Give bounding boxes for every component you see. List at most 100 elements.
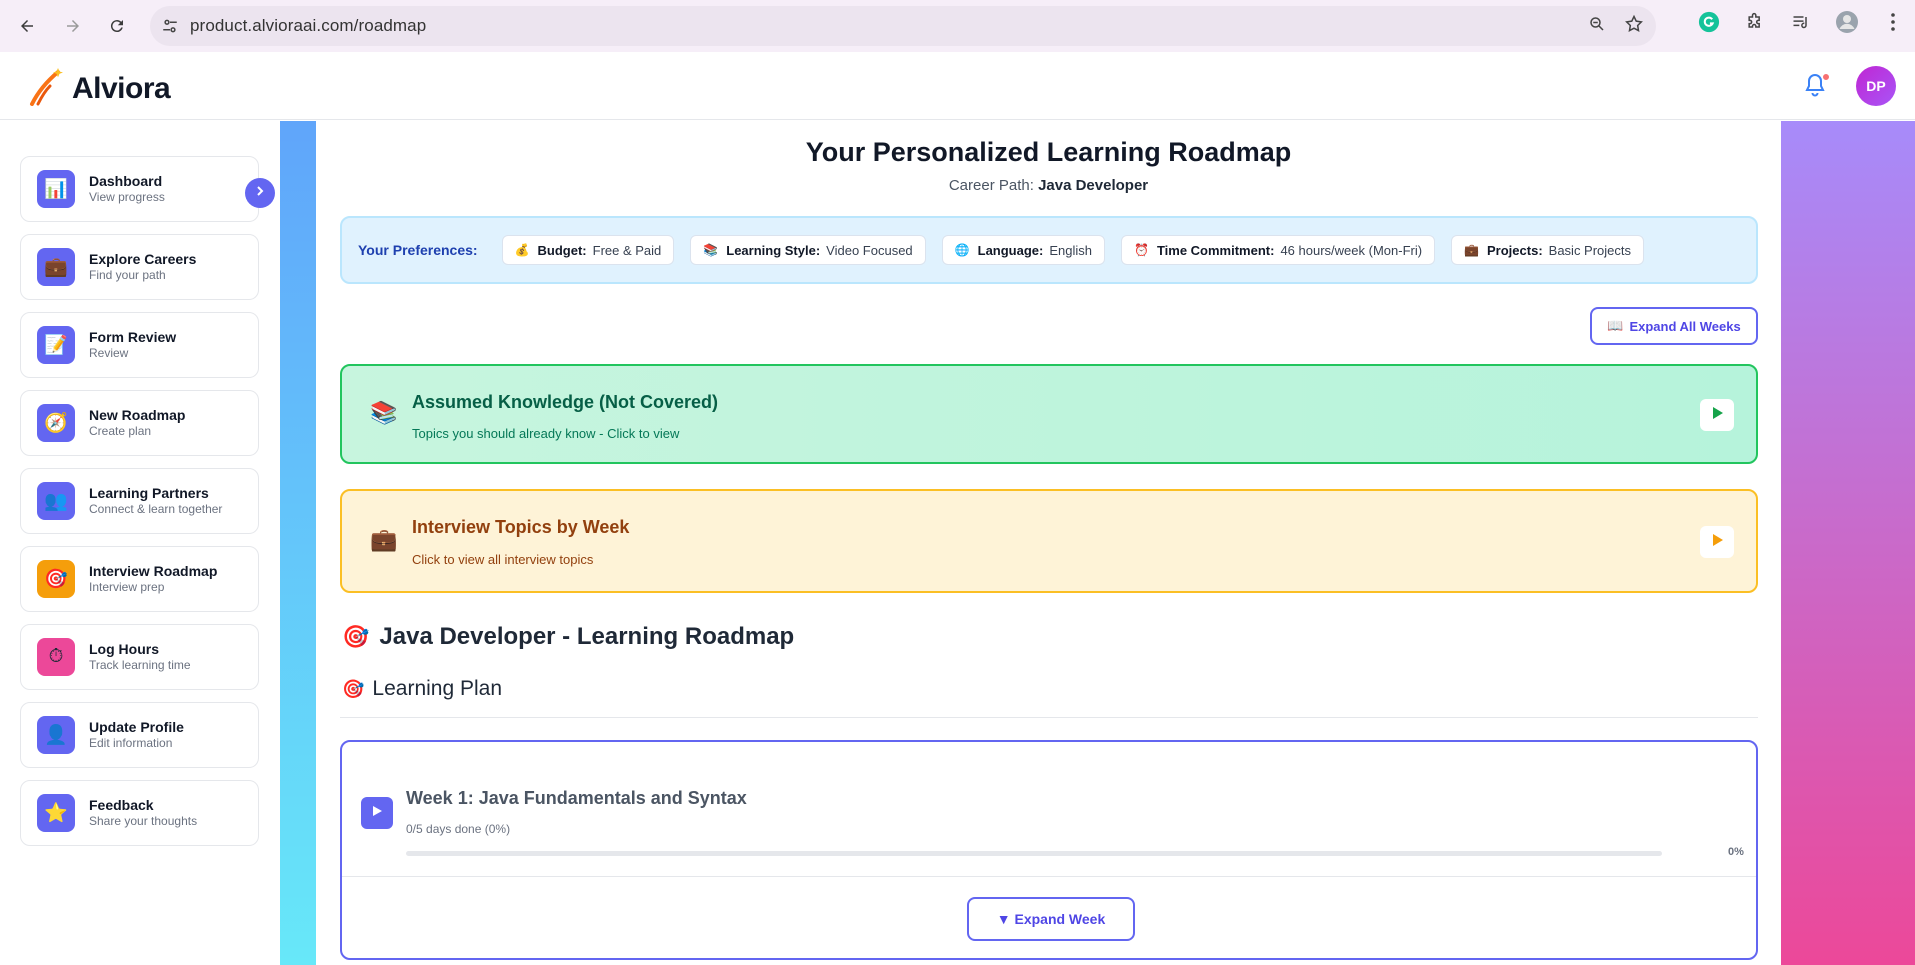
sidebar-item-form-review[interactable]: 📝 Form Review Review xyxy=(20,312,259,378)
roadmap-heading-text: Java Developer - Learning Roadmap xyxy=(379,623,795,650)
notification-dot xyxy=(1822,73,1830,81)
play-icon xyxy=(1710,533,1724,552)
interview-topics-play-button[interactable] xyxy=(1700,526,1734,558)
week-progress-text: 0/5 days done (0%) xyxy=(406,822,511,836)
reload-icon[interactable] xyxy=(99,8,135,44)
reading-list-icon[interactable] xyxy=(1789,10,1813,34)
alarm-clock-icon: ⏰ xyxy=(1134,243,1149,257)
sidebar-item-title: Dashboard xyxy=(89,173,163,189)
expand-all-label: Expand All Weeks xyxy=(1629,318,1741,334)
sidebar-toggle-button[interactable] xyxy=(245,178,275,208)
memo-icon: 📝 xyxy=(37,326,75,364)
sidebar-item-subtitle: Interview prep xyxy=(89,580,165,594)
app-name: Alviora xyxy=(72,71,171,105)
learning-plan-heading: 🎯 Learning Plan xyxy=(342,677,502,701)
assumed-knowledge-title: Assumed Knowledge (Not Covered) xyxy=(412,392,719,412)
target-icon: 🎯 xyxy=(37,560,75,598)
bookmark-star-icon[interactable] xyxy=(1624,14,1644,39)
alviora-logo-icon xyxy=(28,66,64,111)
preference-value: English xyxy=(1049,242,1092,258)
brand-logo[interactable]: Alviora xyxy=(28,66,171,111)
sidebar-item-title: Feedback xyxy=(89,797,154,813)
preference-value: 46 hours/week (Mon-Fri) xyxy=(1280,242,1423,258)
site-settings-icon[interactable] xyxy=(150,17,190,35)
sidebar-item-subtitle: Create plan xyxy=(89,424,152,438)
sidebar-item-title: Explore Careers xyxy=(89,251,197,267)
preference-key: Learning Style: xyxy=(726,242,821,258)
compass-icon: 🧭 xyxy=(37,404,75,442)
bar-chart-icon: 📊 xyxy=(37,170,75,208)
money-bag-icon: 💰 xyxy=(514,243,530,257)
sidebar-item-interview-roadmap[interactable]: 🎯 Interview Roadmap Interview prep xyxy=(20,546,259,612)
more-vert-icon[interactable] xyxy=(1881,10,1905,34)
back-icon[interactable] xyxy=(9,8,45,44)
app-header: Alviora DP xyxy=(0,52,1915,120)
grammarly-extension-icon[interactable] xyxy=(1697,10,1721,34)
preferences-label: Your Preferences: xyxy=(358,242,478,258)
sidebar-item-dashboard[interactable]: 📊 Dashboard View progress xyxy=(20,156,259,222)
career-path-label: Career Path: xyxy=(948,177,1034,194)
person-icon: 👤 xyxy=(37,716,75,754)
interview-topics-card[interactable]: 💼 Interview Topics by Week Click to view… xyxy=(340,489,1758,593)
browser-toolbar: product.alvioraai.com/roadmap xyxy=(0,0,1915,52)
preference-chip-language: 🌐 Language: English xyxy=(941,235,1105,265)
sidebar-item-update-profile[interactable]: 👤 Update Profile Edit information xyxy=(20,702,259,768)
sidebar-item-new-roadmap[interactable]: 🧭 New Roadmap Create plan xyxy=(20,390,259,456)
sidebar-item-title: New Roadmap xyxy=(89,407,186,423)
address-bar[interactable]: product.alvioraai.com/roadmap xyxy=(150,6,1656,46)
preference-chip-learning-style: 📚 Learning Style: Video Focused xyxy=(690,235,926,265)
interview-topics-subtitle: Click to view all interview topics xyxy=(412,552,594,567)
preference-key: Time Commitment: xyxy=(1156,242,1275,258)
target-icon: 🎯 xyxy=(342,678,365,699)
sidebar-item-subtitle: Edit information xyxy=(89,736,173,750)
briefcase-icon: 💼 xyxy=(1464,243,1480,257)
sidebar-item-title: Update Profile xyxy=(89,719,184,735)
preference-key: Budget: xyxy=(537,242,587,258)
briefcase-icon: 💼 xyxy=(370,527,398,552)
preferences-panel: Your Preferences: 💰 Budget: Free & Paid … xyxy=(340,216,1758,284)
forward-icon[interactable] xyxy=(55,8,91,44)
assumed-knowledge-card[interactable]: 📚 Assumed Knowledge (Not Covered) Topics… xyxy=(340,364,1758,464)
roadmap-heading: 🎯 Java Developer - Learning Roadmap xyxy=(342,623,794,651)
sidebar-item-explore-careers[interactable]: 💼 Explore Careers Find your path xyxy=(20,234,259,300)
week-progress-percent: 0% xyxy=(1728,846,1744,858)
assumed-knowledge-play-button[interactable] xyxy=(1700,399,1734,431)
divider xyxy=(340,717,1758,718)
sidebar-item-learning-partners[interactable]: 👥 Learning Partners Connect & learn toget… xyxy=(20,468,259,534)
briefcase-icon: 💼 xyxy=(37,248,75,286)
globe-icon: 🌐 xyxy=(954,243,970,257)
interview-topics-title: Interview Topics by Week xyxy=(412,517,630,537)
extensions-puzzle-icon[interactable] xyxy=(1743,10,1767,34)
chevron-right-icon xyxy=(254,184,266,202)
sidebar-item-log-hours[interactable]: ⏱ Log Hours Track learning time xyxy=(20,624,259,690)
star-icon: ⭐ xyxy=(37,794,75,832)
target-icon: 🎯 xyxy=(342,624,370,649)
sidebar-item-subtitle: View progress xyxy=(89,190,165,204)
main-content: Your Personalized Learning Roadmap Caree… xyxy=(316,121,1781,965)
expand-week-button[interactable]: ▼ Expand Week xyxy=(967,897,1135,941)
sidebar-item-subtitle: Find your path xyxy=(89,268,166,282)
preference-key: Projects: xyxy=(1487,242,1543,258)
zoom-icon[interactable] xyxy=(1588,15,1606,38)
expand-all-weeks-button[interactable]: 📖 Expand All Weeks xyxy=(1590,307,1758,345)
week-card: Week 1: Java Fundamentals and Syntax 0/5… xyxy=(340,740,1758,960)
profile-avatar-icon[interactable] xyxy=(1835,10,1859,34)
user-avatar[interactable]: DP xyxy=(1856,66,1896,106)
sidebar-item-subtitle: Review xyxy=(89,346,129,360)
preference-value: Video Focused xyxy=(826,242,913,258)
sidebar-item-subtitle: Share your thoughts xyxy=(89,814,198,828)
learning-plan-heading-text: Learning Plan xyxy=(372,677,503,700)
play-icon xyxy=(371,804,383,822)
sidebar-item-title: Log Hours xyxy=(89,641,159,657)
divider xyxy=(342,876,1756,877)
url-text[interactable]: product.alvioraai.com/roadmap xyxy=(190,16,426,36)
people-icon: 👥 xyxy=(37,482,75,520)
background-gradient-right xyxy=(1781,121,1915,965)
career-path-value: Java Developer xyxy=(1038,177,1149,194)
background-gradient-left xyxy=(280,121,316,965)
books-icon: 📚 xyxy=(370,400,398,425)
sidebar-item-title: Learning Partners xyxy=(89,485,209,501)
week-play-button[interactable] xyxy=(361,797,393,829)
preference-chip-time-commitment: ⏰ Time Commitment: 46 hours/week (Mon-Fr… xyxy=(1121,235,1436,265)
sidebar-item-feedback[interactable]: ⭐ Feedback Share your thoughts xyxy=(20,780,259,846)
